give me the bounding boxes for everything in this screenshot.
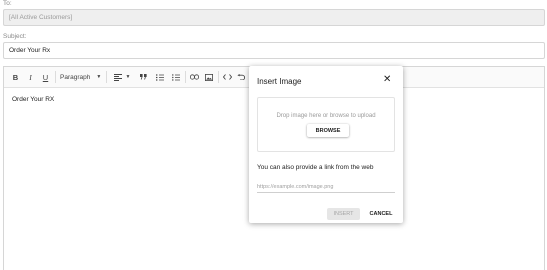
- undo-button[interactable]: [236, 71, 246, 83]
- bold-icon: B: [12, 72, 19, 82]
- blockquote-button[interactable]: [139, 71, 148, 83]
- to-field: [All Active Customers]: [3, 9, 545, 26]
- paragraph-label: Paragraph: [60, 73, 91, 81]
- align-button[interactable]: ▼: [110, 71, 134, 83]
- undo-icon: [237, 74, 245, 80]
- code-icon: [222, 74, 232, 80]
- subject-field[interactable]: Order Your Rx: [3, 42, 545, 59]
- underline-button[interactable]: U: [41, 71, 50, 83]
- browse-button[interactable]: BROWSE: [307, 124, 349, 137]
- to-label: To:: [3, 0, 12, 7]
- drop-zone-text: Drop image here or browse to upload: [276, 113, 376, 119]
- italic-icon: I: [29, 72, 32, 82]
- toolbar-divider: [55, 71, 56, 83]
- chevron-down-icon: ▼: [96, 74, 102, 80]
- link-icon: [189, 74, 199, 80]
- quote-icon: [140, 74, 147, 80]
- insert-link-button[interactable]: [189, 71, 199, 83]
- toolbar-divider: [218, 71, 219, 83]
- bullet-list-button[interactable]: [171, 71, 180, 83]
- insert-image-dialog: Insert Image ✕ Drop image here or browse…: [249, 66, 403, 223]
- toolbar-divider: [185, 71, 186, 83]
- numbered-list-icon: [155, 73, 164, 81]
- italic-button[interactable]: I: [26, 71, 35, 83]
- paragraph-select[interactable]: Paragraph ▼: [60, 71, 104, 83]
- image-drop-zone[interactable]: Drop image here or browse to upload BROW…: [257, 97, 395, 152]
- cancel-button[interactable]: CANCEL: [365, 208, 397, 220]
- underline-icon: U: [42, 72, 49, 82]
- toolbar-divider: [106, 71, 107, 83]
- align-icon: [113, 73, 122, 81]
- email-body-text: Order Your RX: [12, 96, 55, 103]
- chevron-down-icon: ▼: [125, 74, 131, 80]
- subject-label: Subject:: [3, 33, 27, 40]
- insert-image-button[interactable]: [204, 71, 214, 83]
- image-icon: [205, 73, 213, 81]
- numbered-list-button[interactable]: [155, 71, 164, 83]
- bullet-list-icon: [171, 73, 180, 81]
- close-icon[interactable]: ✕: [383, 75, 391, 85]
- bold-button[interactable]: B: [11, 71, 20, 83]
- link-instruction-text: You can also provide a link from the web: [257, 164, 374, 171]
- image-url-input[interactable]: [257, 181, 395, 193]
- code-view-button[interactable]: [222, 71, 232, 83]
- insert-button[interactable]: INSERT: [327, 208, 360, 220]
- dialog-title: Insert Image: [257, 77, 302, 86]
